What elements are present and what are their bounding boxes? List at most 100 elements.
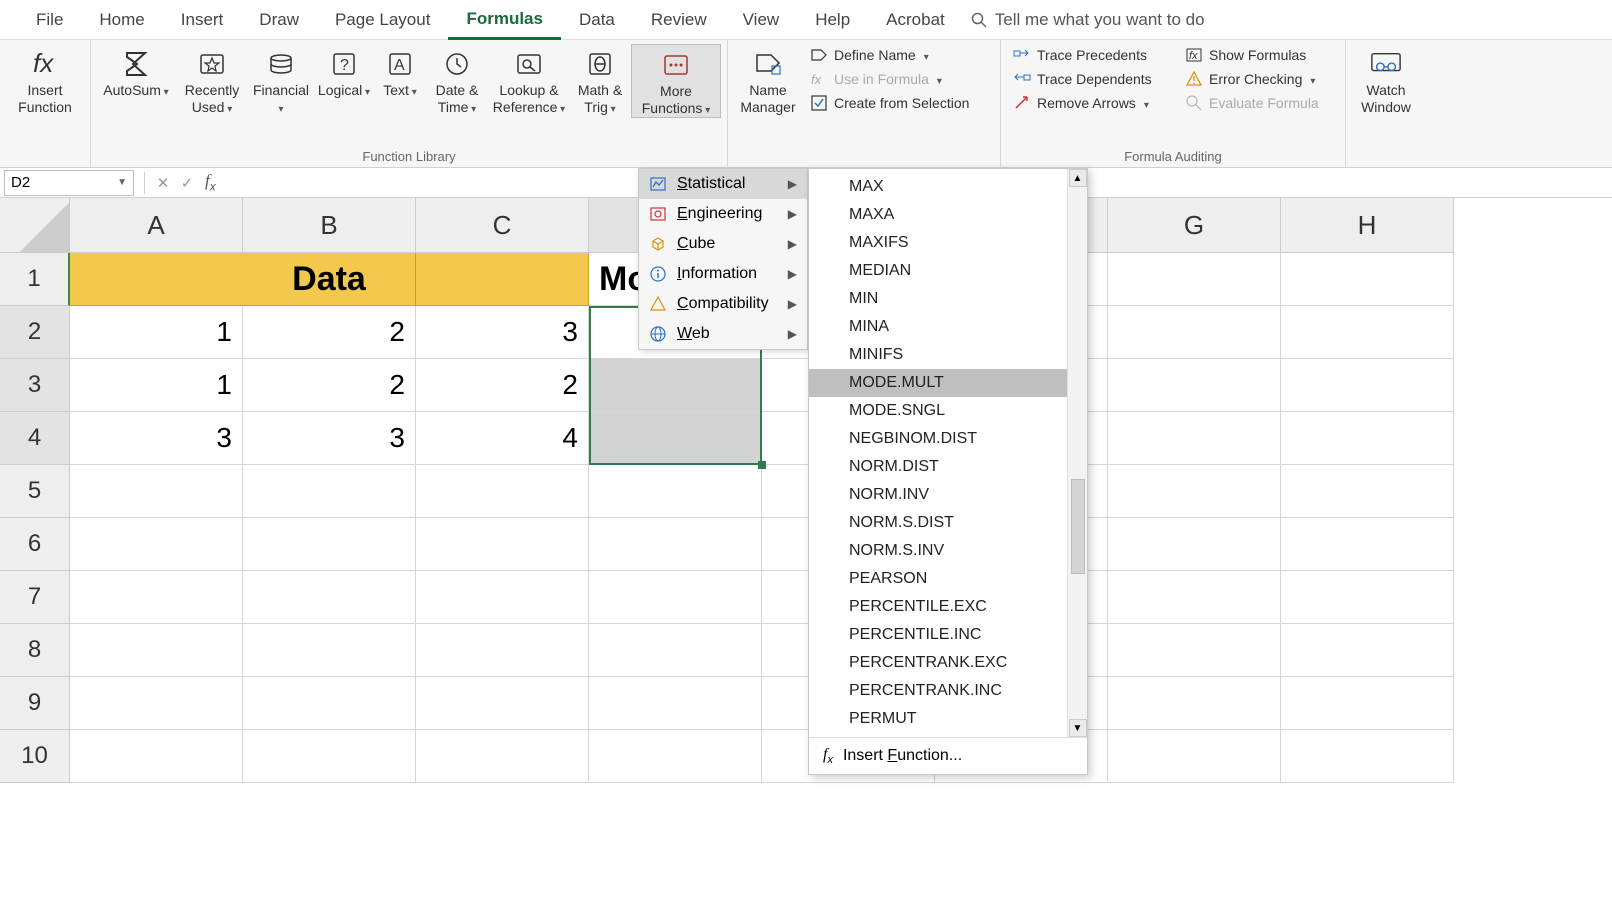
col-header-g[interactable]: G [1108,198,1281,253]
cell-a2[interactable]: 1 [70,306,243,359]
cell-c3[interactable]: 2 [416,359,589,412]
cell-b10[interactable] [243,730,416,783]
tab-view[interactable]: View [725,2,798,38]
cell-a3[interactable]: 1 [70,359,243,412]
cell-c1[interactable] [416,253,589,306]
cell-b9[interactable] [243,677,416,730]
function-item-mode-mult[interactable]: MODE.MULT [809,369,1067,397]
function-item-percentile-exc[interactable]: PERCENTILE.EXC [809,593,1067,621]
cell-c6[interactable] [416,518,589,571]
cell-b1[interactable]: Data [243,253,416,306]
cell-g1[interactable] [1108,253,1281,306]
menu-item-cube[interactable]: Cube ▶ [639,229,807,259]
cell-d4[interactable] [589,412,762,465]
menu-item-engineering[interactable]: Engineering ▶ [639,199,807,229]
menu-item-information[interactable]: Information ▶ [639,259,807,289]
cell-b8[interactable] [243,624,416,677]
trace-dependents-button[interactable]: Trace Dependents [1013,70,1171,88]
function-item-percentrank-inc[interactable]: PERCENTRANK.INC [809,677,1067,705]
row-header-6[interactable]: 6 [0,518,70,571]
insert-function-menu-item[interactable]: fx Insert Function... [809,737,1087,774]
cell-a7[interactable] [70,571,243,624]
row-header-8[interactable]: 8 [0,624,70,677]
cell-c4[interactable]: 4 [416,412,589,465]
date-time-button[interactable]: Date & Time [427,44,487,116]
insert-function-button[interactable]: fx Insert Function [6,44,84,116]
fx-icon[interactable]: fx [205,171,216,193]
cell-b3[interactable]: 2 [243,359,416,412]
cell-g2[interactable] [1108,306,1281,359]
function-item-permut[interactable]: PERMUT [809,705,1067,733]
tab-acrobat[interactable]: Acrobat [868,2,963,38]
tab-formulas[interactable]: Formulas [448,1,561,40]
cell-h5[interactable] [1281,465,1454,518]
cell-g7[interactable] [1108,571,1281,624]
cell-d9[interactable] [589,677,762,730]
cell-c10[interactable] [416,730,589,783]
remove-arrows-button[interactable]: Remove Arrows [1013,94,1171,112]
function-item-min[interactable]: MIN [809,285,1067,313]
name-box[interactable]: D2 ▼ [4,170,134,196]
autosum-button[interactable]: AutoSum [97,44,175,99]
function-item-maxifs[interactable]: MAXIFS [809,229,1067,257]
cell-g4[interactable] [1108,412,1281,465]
tab-file[interactable]: File [18,2,81,38]
scroll-up-button[interactable]: ▲ [1069,169,1087,187]
define-name-button[interactable]: Define Name [810,46,988,64]
cell-g6[interactable] [1108,518,1281,571]
cell-c5[interactable] [416,465,589,518]
function-item-minifs[interactable]: MINIFS [809,341,1067,369]
row-header-9[interactable]: 9 [0,677,70,730]
cell-a5[interactable] [70,465,243,518]
logical-button[interactable]: ? Logical [315,44,373,99]
cell-d3[interactable] [589,359,762,412]
accept-formula-button[interactable]: ✓ [175,174,199,192]
cell-h10[interactable] [1281,730,1454,783]
function-item-negbinom-dist[interactable]: NEGBINOM.DIST [809,425,1067,453]
cell-d7[interactable] [589,571,762,624]
tell-me-search[interactable]: Tell me what you want to do [971,10,1205,30]
row-header-7[interactable]: 7 [0,571,70,624]
cell-h7[interactable] [1281,571,1454,624]
cell-b6[interactable] [243,518,416,571]
menu-item-compatibility[interactable]: Compatibility ▶ [639,289,807,319]
col-header-a[interactable]: A [70,198,243,253]
tab-page-layout[interactable]: Page Layout [317,2,448,38]
cell-b4[interactable]: 3 [243,412,416,465]
cell-b2[interactable]: 2 [243,306,416,359]
trace-precedents-button[interactable]: Trace Precedents [1013,46,1171,64]
cell-c8[interactable] [416,624,589,677]
cell-g5[interactable] [1108,465,1281,518]
financial-button[interactable]: Financial [249,44,313,116]
cell-h1[interactable] [1281,253,1454,306]
cell-g10[interactable] [1108,730,1281,783]
cell-c9[interactable] [416,677,589,730]
show-formulas-button[interactable]: fx Show Formulas [1185,46,1333,64]
col-header-h[interactable]: H [1281,198,1454,253]
cell-h8[interactable] [1281,624,1454,677]
cell-h3[interactable] [1281,359,1454,412]
cancel-formula-button[interactable]: ✕ [151,174,175,192]
cell-a4[interactable]: 3 [70,412,243,465]
name-manager-button[interactable]: Name Manager [734,44,802,116]
cell-a1[interactable] [70,253,243,306]
cell-d10[interactable] [589,730,762,783]
scroll-down-button[interactable]: ▼ [1069,719,1087,737]
cell-h4[interactable] [1281,412,1454,465]
function-item-norm-s-dist[interactable]: NORM.S.DIST [809,509,1067,537]
watch-window-button[interactable]: Watch Window [1352,44,1420,116]
tab-draw[interactable]: Draw [241,2,317,38]
tab-data[interactable]: Data [561,2,633,38]
cell-a10[interactable] [70,730,243,783]
cell-d5[interactable] [589,465,762,518]
error-checking-button[interactable]: Error Checking [1185,70,1333,88]
lookup-reference-button[interactable]: Lookup & Reference [489,44,569,116]
scroll-thumb[interactable] [1071,479,1085,574]
menu-item-web[interactable]: Web ▶ [639,319,807,349]
recently-used-button[interactable]: Recently Used [177,44,247,116]
col-header-b[interactable]: B [243,198,416,253]
cell-b5[interactable] [243,465,416,518]
cell-c7[interactable] [416,571,589,624]
cell-d8[interactable] [589,624,762,677]
row-header-10[interactable]: 10 [0,730,70,783]
